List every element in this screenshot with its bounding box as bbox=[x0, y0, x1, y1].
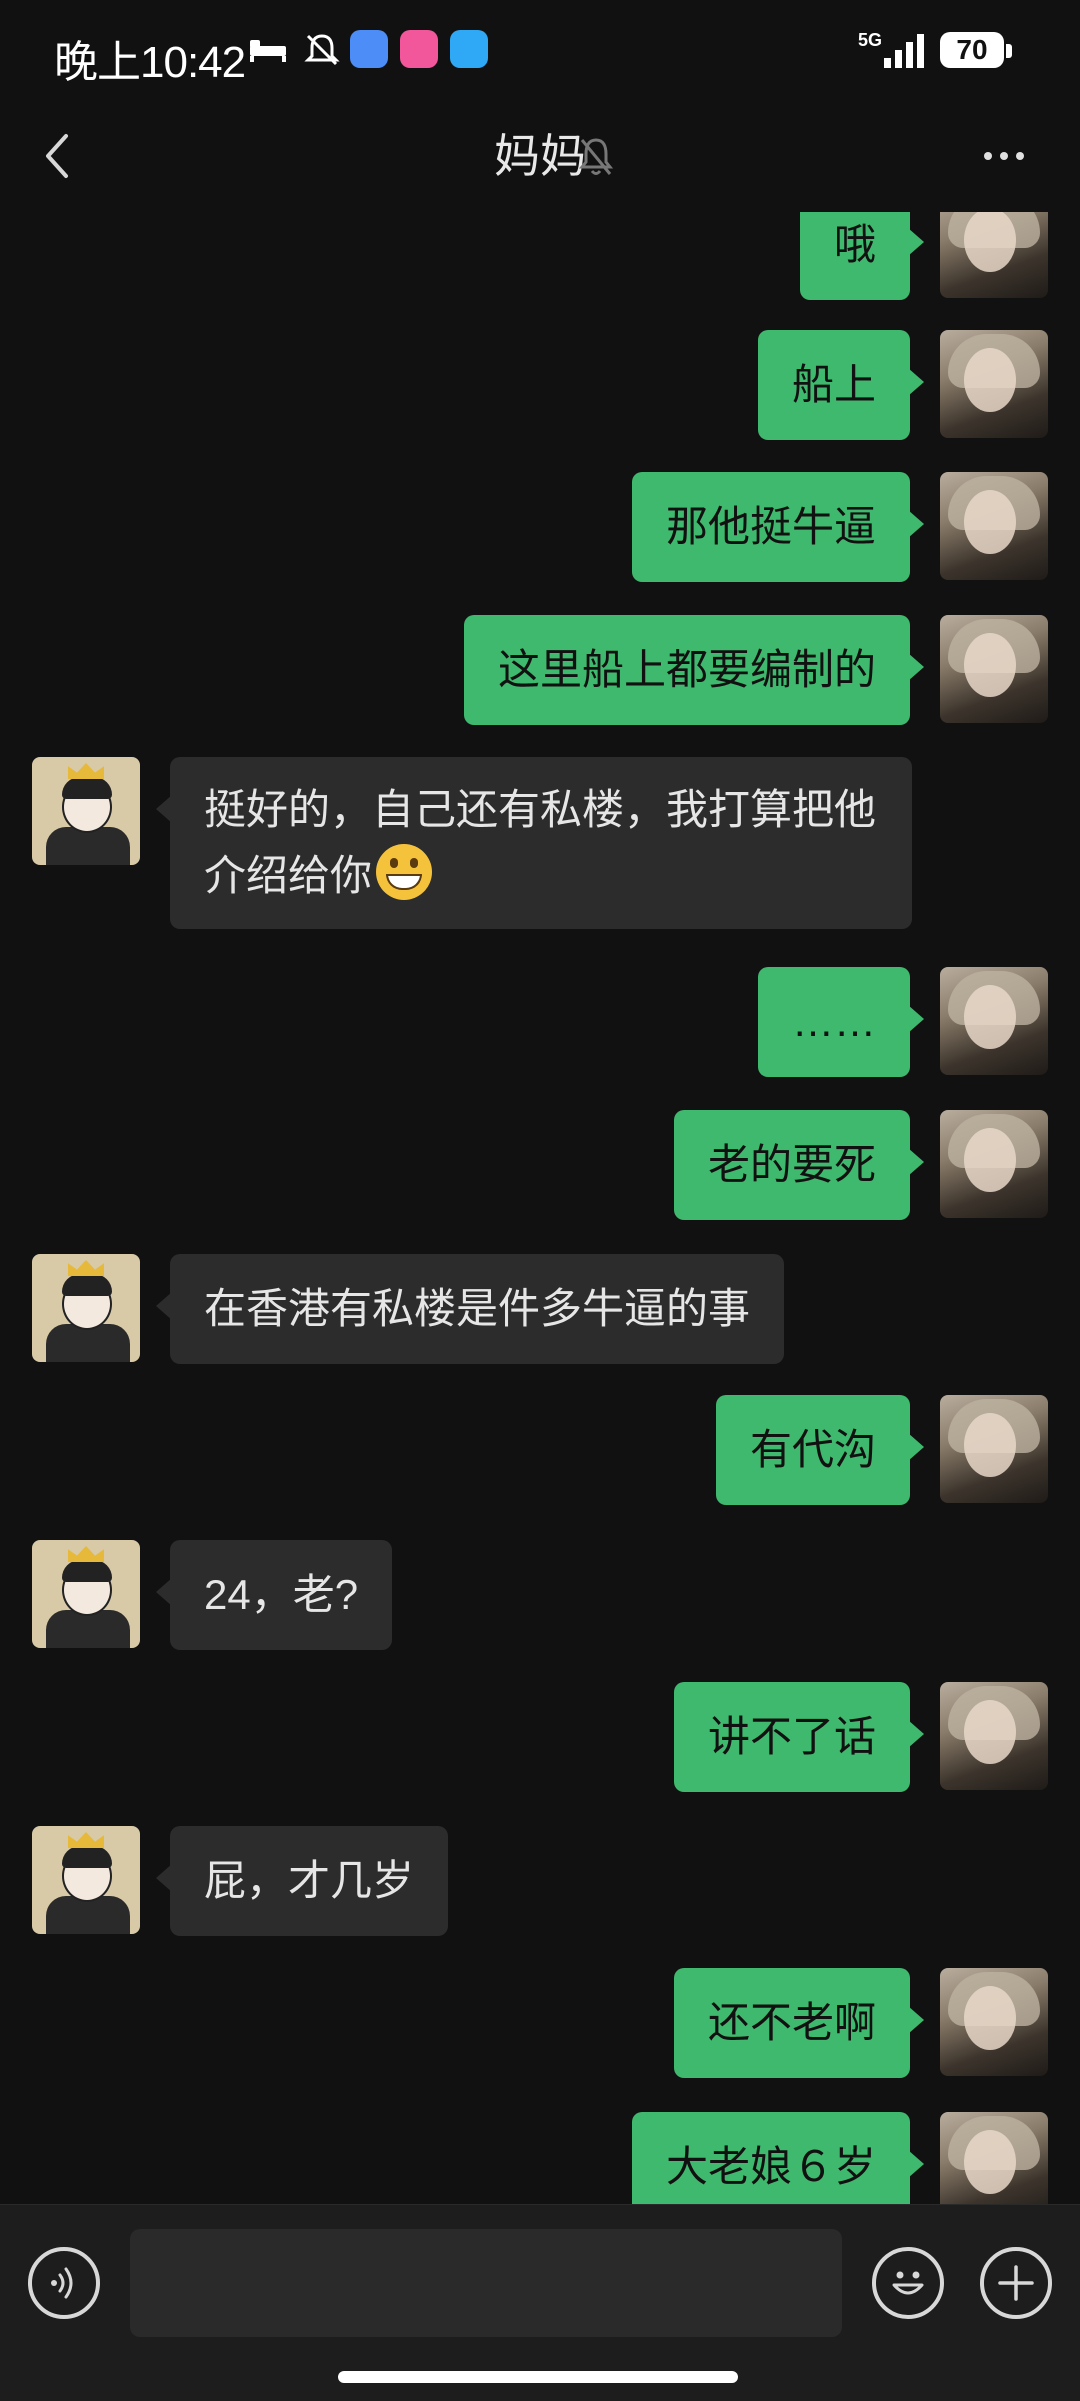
avatar[interactable] bbox=[940, 330, 1048, 438]
message-bubble[interactable]: 讲不了话 bbox=[673, 1682, 925, 1792]
message-bubble[interactable]: 屁，才几岁 bbox=[155, 1826, 449, 1936]
message-bubble[interactable]: 还不老啊 bbox=[673, 1968, 925, 2078]
plus-button[interactable] bbox=[980, 2247, 1052, 2319]
title-wrap: 妈妈 bbox=[0, 100, 1080, 212]
input-bar bbox=[0, 2204, 1080, 2401]
message-bubble[interactable]: 这里船上都要编制的 bbox=[463, 615, 925, 725]
message-text: 挺好的，自己还有私楼，我打算把他介绍给你 bbox=[204, 786, 877, 899]
avatar[interactable] bbox=[32, 1540, 140, 1648]
message-bubble[interactable]: 那他挺牛逼 bbox=[631, 472, 925, 582]
avatar[interactable] bbox=[32, 1254, 140, 1362]
chat-header: 妈妈 bbox=[0, 100, 1080, 212]
avatar[interactable] bbox=[940, 967, 1048, 1075]
avatar[interactable] bbox=[940, 1395, 1048, 1503]
page-title: 妈妈 bbox=[494, 130, 586, 182]
avatar[interactable] bbox=[940, 1110, 1048, 1218]
message-input[interactable] bbox=[130, 2229, 842, 2337]
message-bubble[interactable]: 有代沟 bbox=[715, 1395, 925, 1505]
avatar[interactable] bbox=[940, 2112, 1048, 2204]
mute-icon bbox=[304, 34, 340, 66]
bell-muted-icon bbox=[578, 138, 614, 175]
message-bubble[interactable]: 船上 bbox=[757, 330, 925, 440]
avatar[interactable] bbox=[940, 1968, 1048, 2076]
plus-icon bbox=[998, 2265, 1034, 2301]
baidu-app-icon bbox=[350, 30, 388, 68]
avatar[interactable] bbox=[940, 212, 1048, 298]
avatar[interactable] bbox=[940, 615, 1048, 723]
signal-icon bbox=[884, 34, 924, 68]
message-bubble[interactable]: 老的要死 bbox=[673, 1110, 925, 1220]
grinning-face-emoji-icon bbox=[376, 844, 433, 900]
cloud-app-icon bbox=[450, 30, 488, 68]
sleep-icon bbox=[250, 40, 286, 62]
avatar[interactable] bbox=[940, 472, 1048, 580]
message-bubble[interactable]: 大老娘６岁 bbox=[631, 2112, 925, 2204]
message-bubble[interactable]: 哦 bbox=[799, 212, 925, 300]
avatar[interactable] bbox=[940, 1682, 1048, 1790]
chat-list[interactable]: 哦 船上 那他挺牛逼 这里船上都要编制的 挺好的，自己还有私楼，我打算把他介绍给… bbox=[0, 212, 1080, 2204]
battery-icon: 70 bbox=[940, 32, 1004, 68]
message-bubble[interactable]: 挺好的，自己还有私楼，我打算把他介绍给你 bbox=[156, 757, 912, 929]
message-bubble[interactable]: …… bbox=[758, 967, 924, 1077]
emoji-icon bbox=[892, 2271, 924, 2295]
bilibili-app-icon bbox=[400, 30, 438, 68]
battery-tip bbox=[1006, 44, 1012, 58]
voice-icon bbox=[51, 2267, 73, 2299]
message-bubble[interactable]: 在香港有私楼是件多牛逼的事 bbox=[155, 1254, 785, 1364]
message-bubble[interactable]: 24，老? bbox=[155, 1540, 393, 1650]
emoji-button[interactable] bbox=[872, 2247, 944, 2319]
avatar[interactable] bbox=[32, 757, 140, 865]
voice-button[interactable] bbox=[28, 2247, 100, 2319]
avatar[interactable] bbox=[32, 1826, 140, 1934]
status-bar: 晚上10:42 5G 70 bbox=[0, 0, 1080, 100]
home-indicator[interactable] bbox=[338, 2371, 738, 2383]
status-time: 晚上10:42 bbox=[54, 38, 246, 87]
network-type: 5G bbox=[858, 30, 883, 50]
more-dots-icon[interactable] bbox=[974, 126, 1034, 186]
